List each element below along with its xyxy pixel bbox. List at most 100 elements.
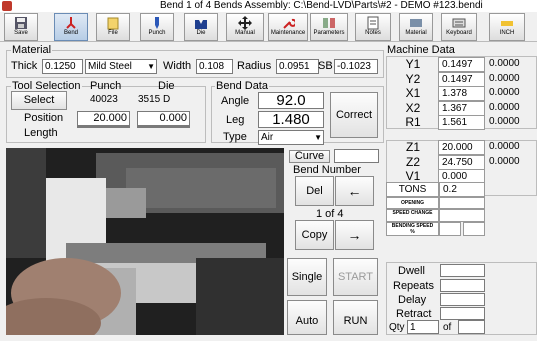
thick-field[interactable]: 0.1250 (42, 59, 83, 74)
app-icon (2, 1, 12, 11)
dwell-field[interactable] (440, 264, 485, 277)
punch-length-field[interactable] (77, 126, 130, 128)
keyboard-button[interactable]: Keyboard (441, 13, 477, 41)
window-title: Bend 1 of 4 Bends Assembly: C:\Bend-LVD\… (160, 0, 483, 11)
speed-change-field[interactable] (439, 209, 485, 222)
bend-type-select[interactable]: Air ▼ (258, 130, 324, 145)
axis-offset: 0.0000 (489, 87, 520, 98)
axis-value-field[interactable]: 1.378 (438, 86, 485, 101)
wrench-icon (283, 18, 295, 29)
notes-icon (367, 16, 379, 30)
delay-label: Delay (398, 294, 427, 306)
bend-button[interactable]: Bend (54, 13, 88, 41)
radius-label: Radius (237, 60, 272, 72)
bending-speed-label: BENDING SPEED % (386, 222, 439, 236)
arrow-left-icon: ← (347, 183, 362, 199)
bending-speed-field-2[interactable] (463, 222, 485, 236)
notes-button[interactable]: Notes (355, 13, 391, 41)
type-label: Type (223, 131, 247, 143)
press-brake-camera-image (6, 148, 284, 335)
repeats-field[interactable] (440, 279, 485, 292)
axis-name: X1 (405, 86, 421, 100)
sb-field[interactable]: -0.1023 (334, 59, 378, 74)
axis-name: Y1 (405, 57, 421, 71)
parameters-icon (323, 18, 335, 28)
start-button[interactable]: START (333, 258, 378, 296)
save-icon (15, 17, 27, 29)
axis-name: V1 (405, 169, 421, 183)
qty-field[interactable]: 1 (407, 320, 439, 334)
speed-change-label: SPEED CHANGE (386, 209, 439, 222)
file-button[interactable]: File (96, 13, 130, 41)
copy-bend-button[interactable]: Copy (295, 220, 334, 250)
punch-position-field[interactable]: 20.000 (77, 111, 130, 126)
position-label: Position (24, 112, 64, 124)
material-icon (410, 19, 422, 27)
length-label: Length (24, 127, 58, 139)
leg-field[interactable]: 1.480 (258, 111, 324, 128)
retract-field[interactable] (440, 307, 485, 320)
press-brake-photo (6, 148, 284, 335)
width-label: Width (163, 60, 192, 72)
retract-label: Retract (396, 308, 432, 320)
axis-name: Z1 (405, 140, 420, 154)
axis-value-field[interactable]: 24.750 (438, 154, 485, 170)
axis-offset: 0.0000 (489, 116, 520, 127)
qty-label: Qty (389, 322, 405, 333)
bend-number-label: Bend Number (293, 164, 361, 176)
save-button[interactable]: Save (4, 13, 38, 41)
manual-button[interactable]: Manual (226, 13, 264, 41)
opening-field[interactable] (439, 197, 485, 209)
axis-name: Z2 (405, 154, 420, 169)
angle-label: Angle (221, 95, 250, 107)
single-mode-button[interactable]: Single (287, 258, 327, 296)
chevron-down-icon: ▼ (314, 133, 322, 142)
bend-data-label: Bend Data (215, 79, 269, 93)
die-length-field[interactable] (137, 126, 190, 128)
curve-field[interactable] (334, 149, 379, 163)
inch-button[interactable]: INCH (489, 13, 525, 41)
parameters-button[interactable]: Parameters (310, 13, 348, 41)
curve-button[interactable]: Curve (289, 150, 330, 163)
axis-name: R1 (405, 115, 421, 129)
tons-label: TONS (386, 182, 439, 197)
tons-field[interactable]: 0.2 (439, 182, 485, 197)
axis-offset: 0.0000 (489, 58, 520, 69)
qty-total-field[interactable] (458, 320, 485, 334)
auto-mode-button[interactable]: Auto (287, 300, 327, 335)
bending-speed-field[interactable] (439, 222, 461, 236)
die-id: 3515 D (138, 94, 171, 105)
previous-bend-button[interactable]: ← (335, 176, 374, 206)
next-bend-button[interactable]: → (335, 220, 374, 250)
delay-field[interactable] (440, 293, 485, 306)
material-button[interactable]: Material (399, 13, 433, 41)
material-type-select[interactable]: Mild Steel ▼ (85, 59, 157, 74)
delete-bend-button[interactable]: Del (295, 176, 334, 206)
axis-value-field[interactable]: 1.367 (438, 100, 485, 116)
ruler-icon (501, 21, 513, 26)
axis-value-field[interactable]: 1.561 (438, 115, 485, 130)
dwell-label: Dwell (398, 265, 425, 277)
sb-label: SB (318, 60, 333, 72)
punch-id: 40023 (90, 94, 118, 105)
material-section-label: Material (11, 43, 53, 57)
maintenance-button[interactable]: Maintenance (268, 13, 308, 41)
select-tool-button[interactable]: Select (11, 91, 67, 110)
axis-value-field[interactable]: 0.1497 (438, 71, 485, 87)
run-button[interactable]: RUN (333, 300, 378, 335)
width-field[interactable]: 0.108 (196, 59, 233, 74)
correct-button[interactable]: Correct (330, 92, 378, 138)
die-position-field[interactable]: 0.000 (137, 111, 190, 126)
axis-value-field[interactable]: 20.000 (438, 140, 485, 155)
material-type-value: Mild Steel (88, 61, 132, 72)
angle-field[interactable]: 92.0 (258, 92, 324, 109)
axis-value-field[interactable]: 0.1497 (438, 57, 485, 72)
die-button[interactable]: Die (184, 13, 218, 41)
title-bar: Bend 1 of 4 Bends Assembly: C:\Bend-LVD\… (0, 0, 537, 12)
die-icon (195, 20, 207, 29)
axis-name: X2 (405, 100, 421, 115)
bend-counter: 1 of 4 (316, 208, 344, 220)
punch-button[interactable]: Punch (140, 13, 174, 41)
bend-type-value: Air (261, 132, 274, 143)
radius-field[interactable]: 0.0951 (276, 59, 319, 74)
